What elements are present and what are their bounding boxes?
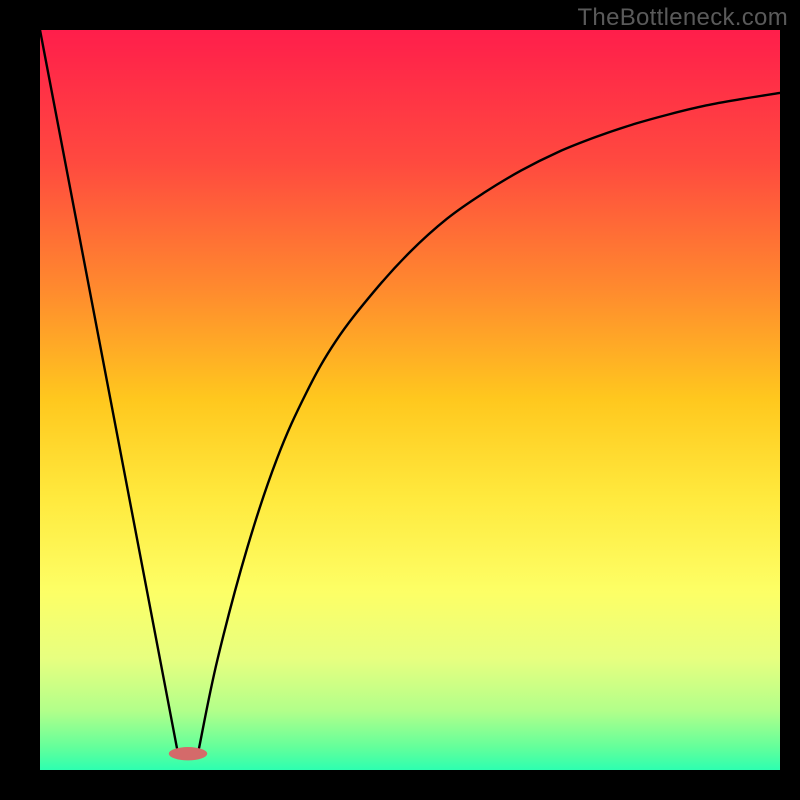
bottleneck-chart bbox=[0, 0, 800, 800]
minimum-marker bbox=[169, 747, 207, 760]
watermark-text: TheBottleneck.com bbox=[577, 4, 788, 32]
chart-frame: TheBottleneck.com bbox=[0, 0, 800, 800]
plot-background bbox=[40, 30, 780, 770]
